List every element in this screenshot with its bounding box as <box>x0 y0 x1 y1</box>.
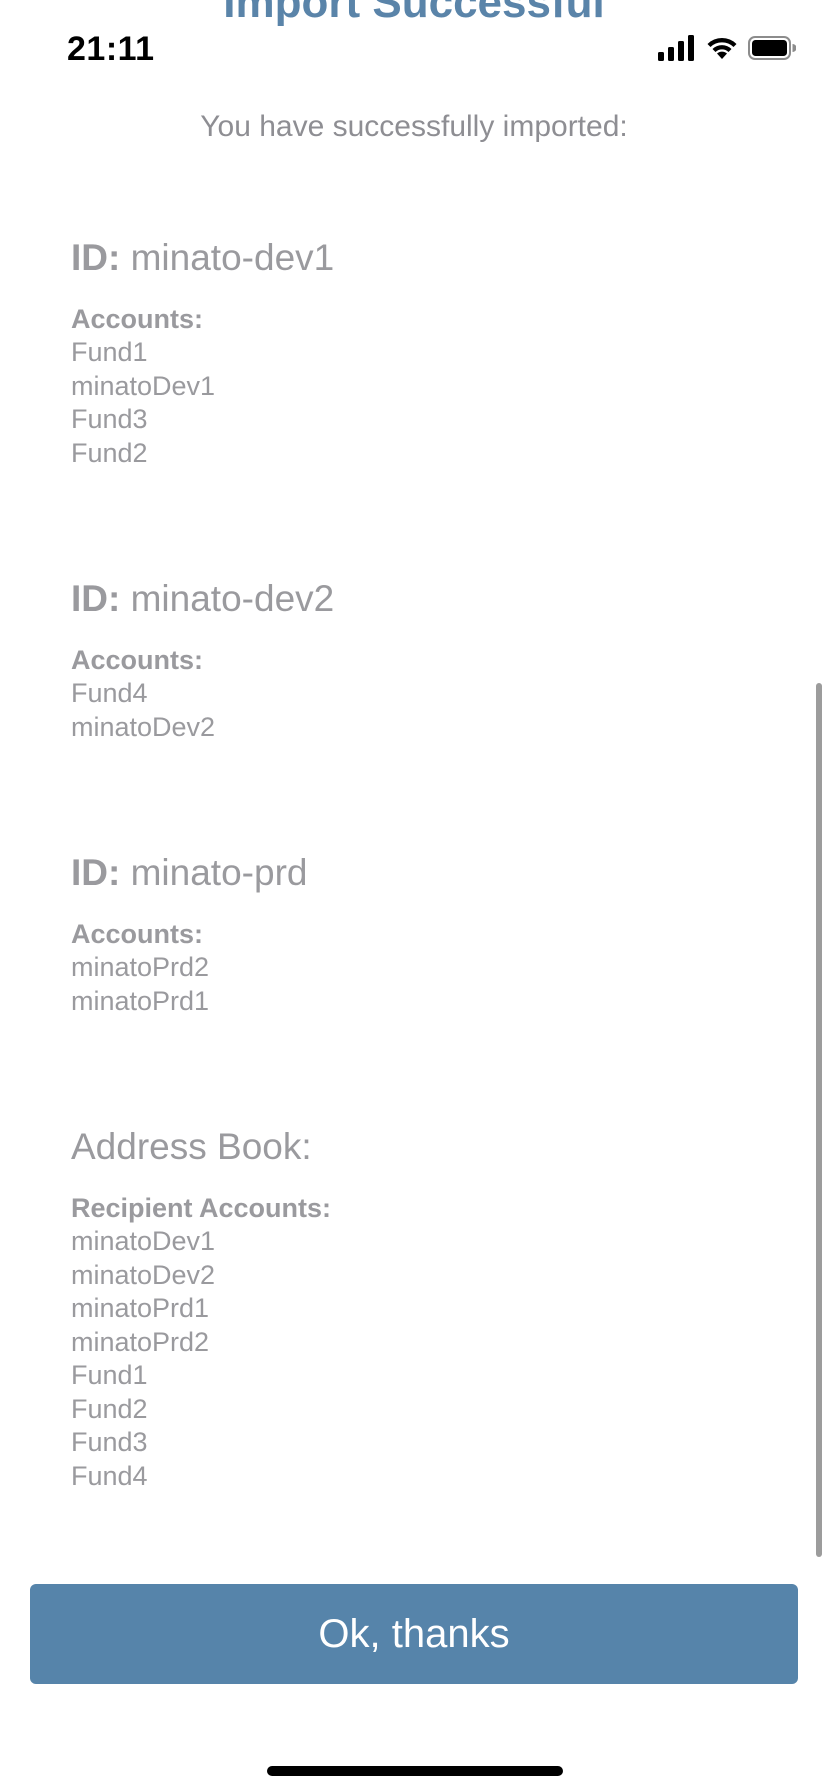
id-label: ID: <box>71 852 121 893</box>
address-book-section: Address Book: Recipient Accounts: minato… <box>71 1125 771 1493</box>
list-item: Fund4 <box>71 1460 148 1491</box>
list-item: Fund3 <box>71 404 148 434</box>
address-book-title: Address Book: <box>71 1126 312 1167</box>
list-item: minatoDev2 <box>71 1259 216 1290</box>
id-label: ID: <box>71 237 121 278</box>
accounts-label: Accounts: <box>71 919 204 949</box>
list-item: Fund2 <box>71 1393 148 1424</box>
id-label: ID: <box>71 578 121 619</box>
wifi-icon <box>706 35 738 66</box>
section-title: ID: minato-dev2 <box>71 577 771 621</box>
list-item: minatoPrd1 <box>71 1293 210 1323</box>
import-success-screen: Import Successful 21:11 You have success… <box>0 0 828 1792</box>
list-item: Fund4 <box>71 678 148 708</box>
list-item: minatoDev1 <box>71 370 216 401</box>
battery-icon <box>748 35 797 65</box>
list-item: minatoDev1 <box>71 1226 216 1256</box>
vertical-scrollbar[interactable] <box>816 683 822 1557</box>
subtitle: You have successfully imported: <box>200 110 628 143</box>
accounts-label: Accounts: <box>71 645 204 675</box>
list-item: minatoPrd2 <box>71 1326 210 1357</box>
status-bar: 21:11 <box>0 0 828 100</box>
status-time: 21:11 <box>67 30 155 68</box>
id-section-minato-prd: ID: minato-prd Accounts: minatoPrd2 mina… <box>71 851 771 1018</box>
id-section-minato-dev1: ID: minato-dev1 Accounts: Fund1 minatoDe… <box>71 236 771 470</box>
ok-thanks-button[interactable]: Ok, thanks <box>30 1584 798 1684</box>
list-item: Fund2 <box>71 437 148 468</box>
id-value: minato-prd <box>130 852 308 893</box>
section-title: ID: minato-prd <box>71 851 771 895</box>
recipient-accounts-label: Recipient Accounts: <box>71 1193 332 1223</box>
cellular-signal-icon <box>658 34 696 66</box>
list-item: Fund1 <box>71 337 148 367</box>
accounts-label: Accounts: <box>71 304 204 334</box>
list-item: minatoPrd2 <box>71 952 210 982</box>
id-section-minato-dev2: ID: minato-dev2 Accounts: Fund4 minatoDe… <box>71 577 771 744</box>
status-icons <box>658 34 797 66</box>
list-item: minatoDev2 <box>71 711 216 742</box>
section-title: ID: minato-dev1 <box>71 236 771 280</box>
id-value: minato-dev2 <box>130 578 335 619</box>
home-indicator[interactable] <box>267 1766 563 1776</box>
id-value: minato-dev1 <box>130 237 335 278</box>
list-item: minatoPrd1 <box>71 985 210 1016</box>
list-item: Fund3 <box>71 1427 148 1457</box>
list-item: Fund1 <box>71 1360 148 1390</box>
